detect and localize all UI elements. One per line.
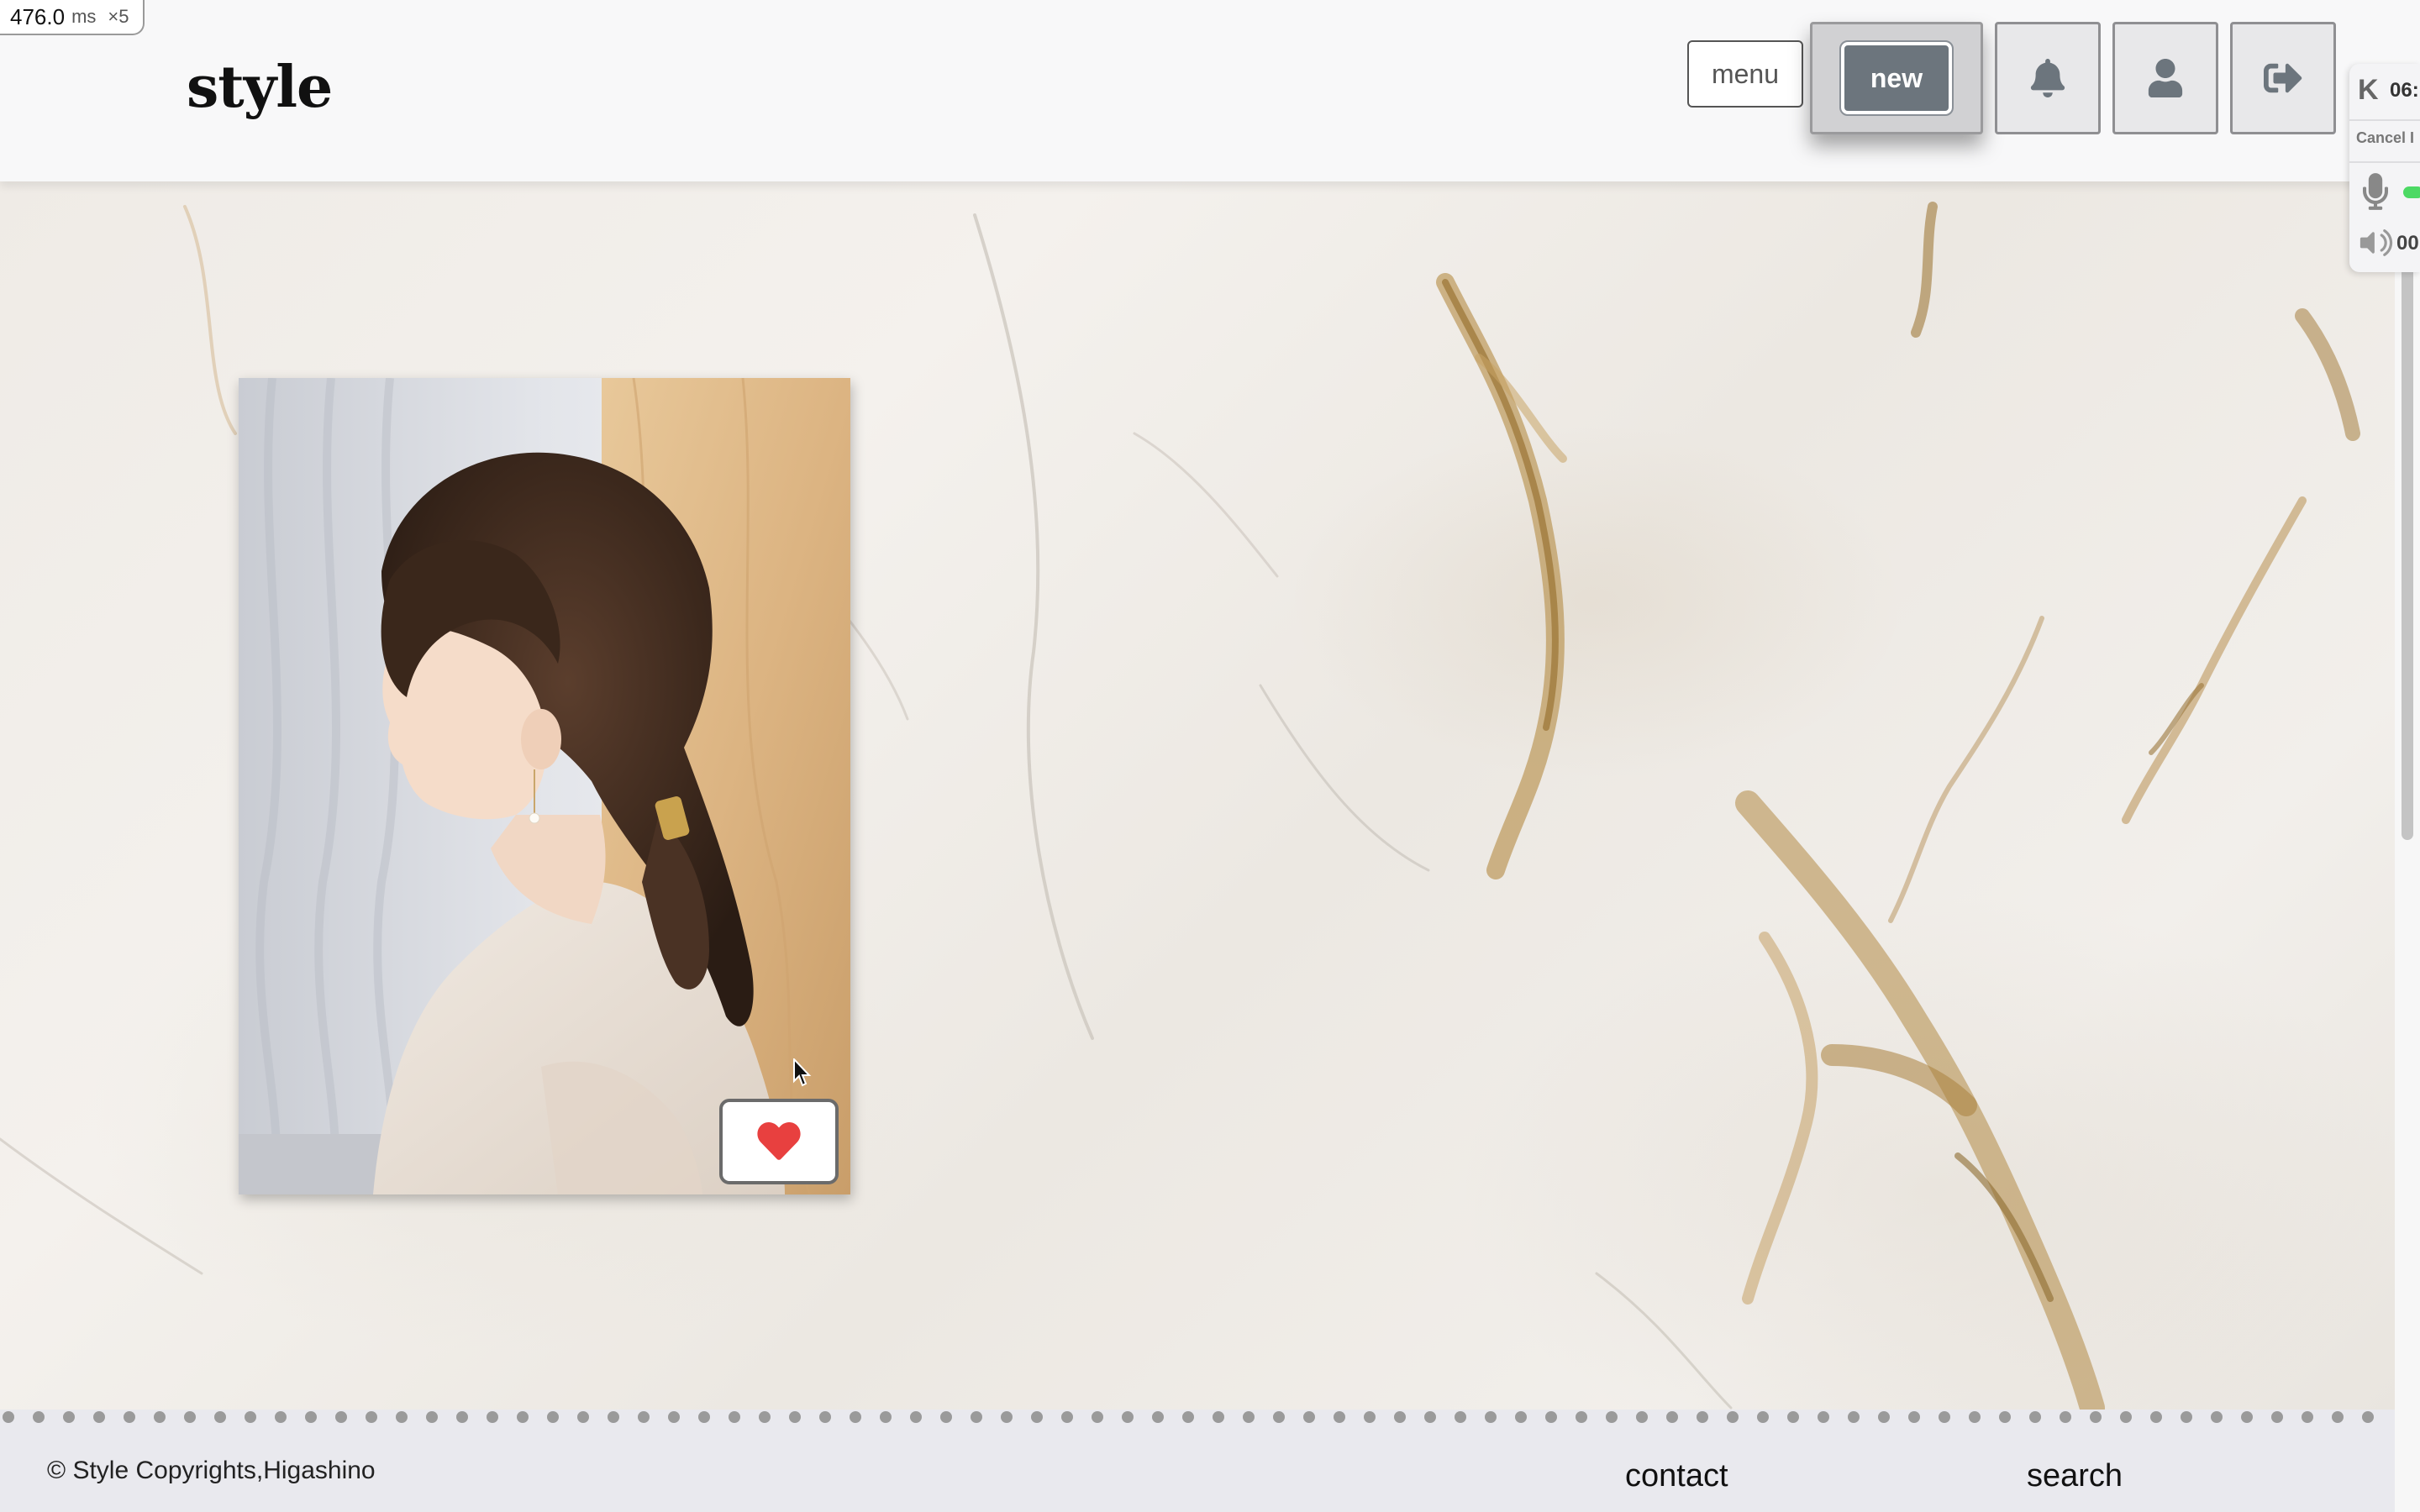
footer-link-contact[interactable]: contact	[1625, 1458, 1728, 1494]
perf-value: 476.0	[10, 3, 66, 29]
widget-divider	[2349, 161, 2420, 163]
perf-badge: 476.0 ms ×5	[0, 0, 145, 35]
like-button[interactable]	[719, 1099, 839, 1184]
speaker-icon[interactable]	[2360, 228, 2393, 257]
site-logo[interactable]: style	[187, 54, 333, 121]
recorder-cancel-button[interactable]: Cancel I	[2356, 129, 2414, 147]
marble-background	[0, 181, 2395, 1410]
footer-link-search[interactable]: search	[2027, 1458, 2123, 1494]
hairstyle-photo	[239, 378, 850, 1194]
perf-multiplier: ×5	[108, 6, 129, 27]
menu-button[interactable]: menu	[1687, 40, 1803, 108]
widget-divider	[2349, 119, 2420, 121]
logout-button[interactable]	[2230, 22, 2336, 134]
bell-icon	[2030, 59, 2065, 97]
sign-out-icon	[2264, 63, 2302, 93]
new-button[interactable]: new	[1839, 40, 1954, 116]
profile-button[interactable]	[2112, 22, 2218, 134]
footer-dotted-border	[3, 1411, 2374, 1423]
perf-unit: ms	[71, 6, 97, 27]
recorder-widget[interactable]: K 06: Cancel I 00	[2349, 64, 2420, 272]
recorder-time: 06:	[2390, 79, 2419, 102]
heart-icon	[757, 1122, 801, 1160]
mouse-cursor-icon	[793, 1058, 812, 1087]
recorder-logo-icon: K	[2358, 74, 2379, 106]
new-button-frame: new	[1810, 22, 1983, 134]
microphone-icon[interactable]	[2363, 173, 2388, 210]
site-header: style menu new	[0, 0, 2420, 181]
style-photo-card[interactable]	[239, 378, 850, 1194]
site-footer: © Style Copyrights,Higashino contact sea…	[0, 1410, 2395, 1512]
user-icon	[2148, 59, 2183, 97]
recorder-timer: 00	[2396, 232, 2419, 255]
copyright-text: © Style Copyrights,Higashino	[47, 1457, 376, 1484]
mic-level-indicator	[2403, 186, 2420, 198]
notifications-button[interactable]	[1995, 22, 2101, 134]
